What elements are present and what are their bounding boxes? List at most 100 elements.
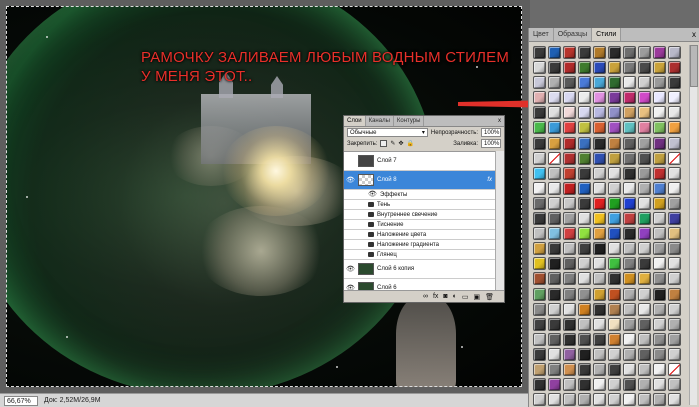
- tab-swatches[interactable]: Образцы: [554, 28, 593, 41]
- style-swatch[interactable]: [578, 378, 591, 392]
- style-swatch[interactable]: [593, 136, 606, 150]
- style-swatch[interactable]: [608, 257, 621, 271]
- style-swatch[interactable]: [593, 257, 606, 271]
- style-swatch[interactable]: [548, 136, 561, 150]
- style-swatch[interactable]: [653, 257, 666, 271]
- style-swatch[interactable]: [668, 61, 681, 75]
- style-swatch[interactable]: [578, 212, 591, 226]
- style-swatch[interactable]: [608, 181, 621, 195]
- style-swatch[interactable]: [608, 332, 621, 346]
- style-swatch[interactable]: [653, 272, 666, 286]
- style-swatch[interactable]: [668, 166, 681, 180]
- style-swatch[interactable]: [578, 302, 591, 316]
- styles-scrollbar[interactable]: [689, 45, 698, 405]
- new-layer-icon[interactable]: ▣: [473, 293, 480, 301]
- style-swatch[interactable]: [548, 378, 561, 392]
- no-style-swatch[interactable]: [668, 362, 681, 376]
- style-swatch[interactable]: [533, 378, 546, 392]
- style-swatch[interactable]: [578, 166, 591, 180]
- style-swatch[interactable]: [638, 393, 651, 407]
- style-swatch[interactable]: [533, 166, 546, 180]
- layer-row[interactable]: Слой 7: [344, 152, 496, 171]
- style-swatch[interactable]: [608, 287, 621, 301]
- style-swatch[interactable]: [653, 76, 666, 90]
- link-icon[interactable]: ∞: [423, 293, 428, 300]
- style-swatch[interactable]: [653, 181, 666, 195]
- style-swatch[interactable]: [548, 106, 561, 120]
- style-swatch[interactable]: [623, 121, 636, 135]
- style-swatch[interactable]: [533, 106, 546, 120]
- tab-color[interactable]: Цвет: [529, 28, 554, 41]
- style-swatch[interactable]: [548, 121, 561, 135]
- mask-icon[interactable]: ◙: [443, 293, 447, 300]
- style-swatch[interactable]: [548, 302, 561, 316]
- style-swatch[interactable]: [533, 332, 546, 346]
- style-swatch[interactable]: [593, 317, 606, 331]
- fx-icon[interactable]: fx: [433, 293, 438, 300]
- style-swatch[interactable]: [593, 166, 606, 180]
- trash-icon[interactable]: 🗑: [485, 293, 494, 301]
- fill-field[interactable]: 100%: [481, 139, 501, 148]
- style-swatch[interactable]: [533, 362, 546, 376]
- style-swatch[interactable]: [638, 181, 651, 195]
- style-swatch[interactable]: [668, 317, 681, 331]
- eye-icon[interactable]: 👁: [346, 265, 355, 274]
- adjustment-icon[interactable]: ◐: [453, 293, 457, 300]
- style-swatch[interactable]: [608, 196, 621, 210]
- style-swatch[interactable]: [593, 347, 606, 361]
- style-swatch[interactable]: [533, 257, 546, 271]
- style-swatch[interactable]: [533, 151, 546, 165]
- style-swatch[interactable]: [548, 46, 561, 59]
- style-swatch[interactable]: [653, 166, 666, 180]
- style-swatch[interactable]: [608, 76, 621, 90]
- style-swatch[interactable]: [623, 257, 636, 271]
- style-swatch[interactable]: [623, 136, 636, 150]
- style-swatch[interactable]: [608, 347, 621, 361]
- style-swatch[interactable]: [668, 121, 681, 135]
- effect-visibility-icon[interactable]: [368, 212, 374, 217]
- style-swatch[interactable]: [653, 362, 666, 376]
- style-swatch[interactable]: [668, 332, 681, 346]
- style-swatch[interactable]: [668, 196, 681, 210]
- style-swatch[interactable]: [608, 272, 621, 286]
- style-swatch[interactable]: [533, 393, 546, 407]
- effect-visibility-icon[interactable]: [368, 222, 374, 227]
- style-swatch[interactable]: [593, 332, 606, 346]
- style-swatch[interactable]: [668, 227, 681, 241]
- style-swatch[interactable]: [608, 166, 621, 180]
- style-swatch[interactable]: [563, 242, 576, 256]
- style-swatch[interactable]: [533, 227, 546, 241]
- style-swatch[interactable]: [563, 302, 576, 316]
- tab-layers[interactable]: Слои: [344, 116, 366, 126]
- style-swatch[interactable]: [623, 76, 636, 90]
- style-swatch[interactable]: [638, 347, 651, 361]
- style-swatch[interactable]: [533, 61, 546, 75]
- style-swatch[interactable]: [623, 317, 636, 331]
- style-swatch[interactable]: [533, 181, 546, 195]
- style-swatch[interactable]: [563, 121, 576, 135]
- style-swatch[interactable]: [578, 151, 591, 165]
- style-swatch[interactable]: [623, 106, 636, 120]
- style-swatch[interactable]: [638, 302, 651, 316]
- tab-paths[interactable]: Контуры: [394, 116, 425, 126]
- style-swatch[interactable]: [578, 272, 591, 286]
- style-swatch[interactable]: [653, 302, 666, 316]
- blend-mode-select[interactable]: Обычные ▾: [347, 128, 428, 137]
- style-swatch[interactable]: [578, 61, 591, 75]
- style-swatch[interactable]: [593, 362, 606, 376]
- style-swatch[interactable]: [563, 151, 576, 165]
- style-swatch[interactable]: [623, 61, 636, 75]
- style-swatch[interactable]: [623, 287, 636, 301]
- style-swatch[interactable]: [593, 378, 606, 392]
- eye-icon[interactable]: 👁: [346, 176, 355, 185]
- style-swatch[interactable]: [578, 347, 591, 361]
- style-swatch[interactable]: [593, 46, 606, 59]
- style-swatch[interactable]: [548, 272, 561, 286]
- style-swatch[interactable]: [548, 287, 561, 301]
- style-swatch[interactable]: [668, 181, 681, 195]
- style-swatch[interactable]: [638, 332, 651, 346]
- style-swatch[interactable]: [548, 227, 561, 241]
- style-swatch[interactable]: [668, 272, 681, 286]
- style-swatch[interactable]: [563, 76, 576, 90]
- style-swatch[interactable]: [623, 393, 636, 407]
